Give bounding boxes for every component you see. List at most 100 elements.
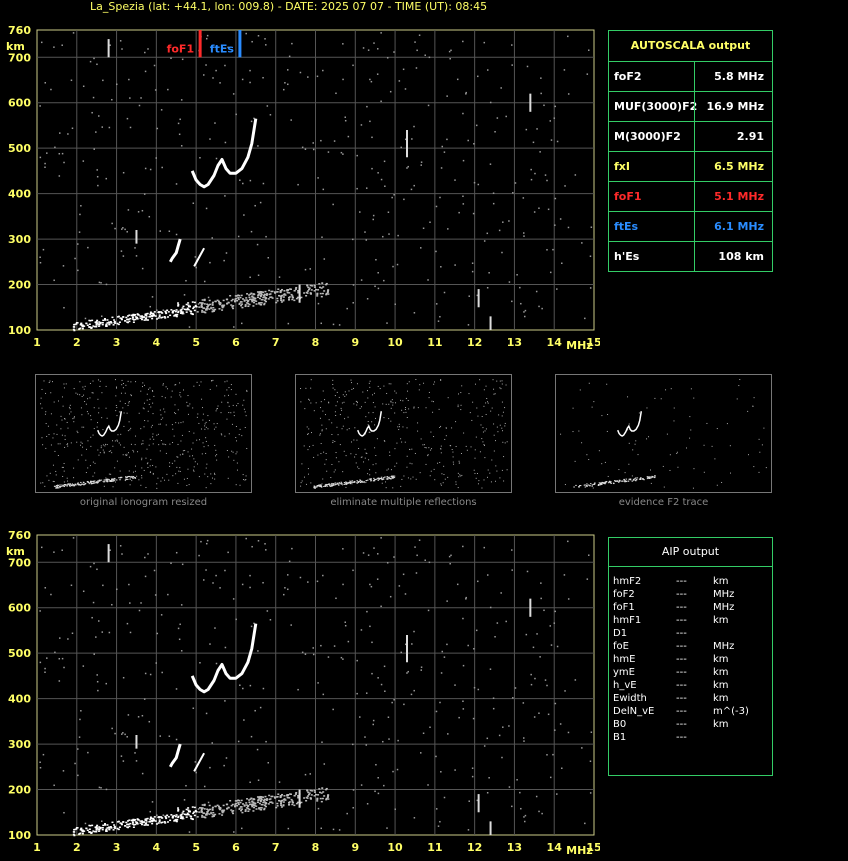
e-layer-dot (73, 326, 76, 328)
thumbnail-label-eliminate: eliminate multiple reflections (330, 497, 477, 508)
noise-dot (242, 182, 244, 185)
thumb-noise (440, 483, 442, 485)
noise-dot (492, 202, 495, 205)
thumb-noise (504, 425, 506, 427)
thumb-noise (483, 444, 485, 446)
e-layer-dot (308, 288, 311, 291)
thumb-noise (396, 462, 398, 464)
noise-dot (39, 610, 41, 612)
thumb-noise (83, 426, 85, 428)
thumb-f2-trace (97, 411, 123, 437)
thumb-noise (650, 469, 652, 471)
e-layer-dot (211, 301, 214, 304)
thumb-noise (62, 475, 64, 477)
thumb-noise (367, 421, 369, 423)
thumb-e-layer (654, 475, 656, 477)
noise-dot (144, 575, 147, 578)
thumb-noise (394, 448, 396, 450)
x-tick-label: 7 (272, 841, 280, 854)
thumb-noise (406, 427, 408, 429)
thumb-noise (42, 482, 44, 484)
thumb-e-layer (614, 480, 617, 482)
noise-dot (249, 684, 252, 687)
thumb-noise (61, 466, 63, 468)
noise-dot (428, 56, 431, 59)
e-layer-dot (280, 301, 283, 303)
noise-dot (291, 547, 293, 550)
e-layer-dot (167, 816, 170, 818)
thumb-noise (358, 447, 360, 449)
thumb-noise (209, 388, 211, 390)
noise-dot (126, 736, 128, 738)
thumb-noise (131, 480, 133, 482)
thumb-noise (73, 417, 75, 419)
thumb-e-layer (600, 483, 603, 485)
autoscala-row-h-es: h'Es 108 km (609, 241, 772, 271)
thumb-noise (375, 463, 377, 465)
e-layer-dot (257, 799, 260, 802)
thumb-noise (494, 480, 496, 482)
e-layer-dot (216, 299, 219, 302)
e-layer-dot (95, 827, 98, 829)
thumb-e-layer (393, 477, 396, 479)
x-tick-label: 8 (312, 336, 320, 349)
e-layer-dot (306, 290, 309, 292)
thumb-noise (451, 448, 453, 450)
e-layer-dot (125, 821, 128, 824)
noise-dot (332, 828, 335, 831)
e-layer-dot (95, 320, 98, 323)
aip-param-unit: km (713, 719, 729, 730)
thumb-e-layer (129, 476, 132, 478)
noise-dot (473, 143, 475, 145)
noise-dot (179, 118, 181, 121)
noise-dot (91, 111, 93, 114)
thumb-e-layer (359, 480, 362, 482)
thumb-noise (395, 402, 397, 404)
thumb-e-layer (133, 477, 136, 479)
noise-dot (39, 661, 42, 664)
noise-dot (462, 203, 465, 205)
thumb-noise (67, 480, 69, 482)
e-layer-dot (201, 804, 204, 806)
noise-dot (468, 800, 470, 802)
noise-dot (58, 152, 61, 155)
noise-dot (567, 598, 570, 600)
e-layer-dot (260, 291, 263, 293)
noise-dot (539, 656, 541, 658)
noise-dot (377, 677, 379, 679)
thumb-e-layer (100, 479, 103, 481)
thumb-noise (239, 484, 241, 486)
noise-dot (96, 175, 99, 178)
thumb-e-layer (125, 476, 127, 478)
thumb-noise (123, 446, 125, 448)
thumb-noise (493, 423, 495, 425)
thumb-noise (345, 394, 347, 396)
thumb-noise (310, 379, 312, 381)
noise-dot (519, 286, 521, 289)
thumb-noise (158, 444, 160, 446)
thumb-noise (158, 423, 160, 425)
aip-param-unit: MHz (713, 602, 735, 613)
noise-dot (372, 719, 375, 722)
thumb-noise (428, 397, 430, 399)
thumb-noise (99, 385, 101, 387)
e-layer-dot (95, 829, 98, 831)
thumb-noise (367, 397, 369, 399)
thumb-noise (375, 472, 377, 474)
noise-dot (119, 545, 122, 547)
thumb-noise (102, 429, 104, 431)
thumb-noise (117, 434, 119, 436)
aip-param-label: hmF2 (613, 576, 642, 587)
thumb-noise (413, 406, 415, 408)
thumb-noise (115, 481, 117, 483)
e-layer-dot (327, 798, 330, 800)
noise-dot (262, 182, 265, 185)
thumb-noise (214, 478, 216, 480)
thumb-noise (305, 483, 307, 485)
noise-dot (237, 740, 240, 743)
noise-dot (486, 574, 489, 576)
noise-dot (185, 279, 187, 282)
thumb-noise (156, 434, 158, 436)
thumb-noise (172, 442, 174, 444)
e-layer-dot (202, 307, 205, 309)
